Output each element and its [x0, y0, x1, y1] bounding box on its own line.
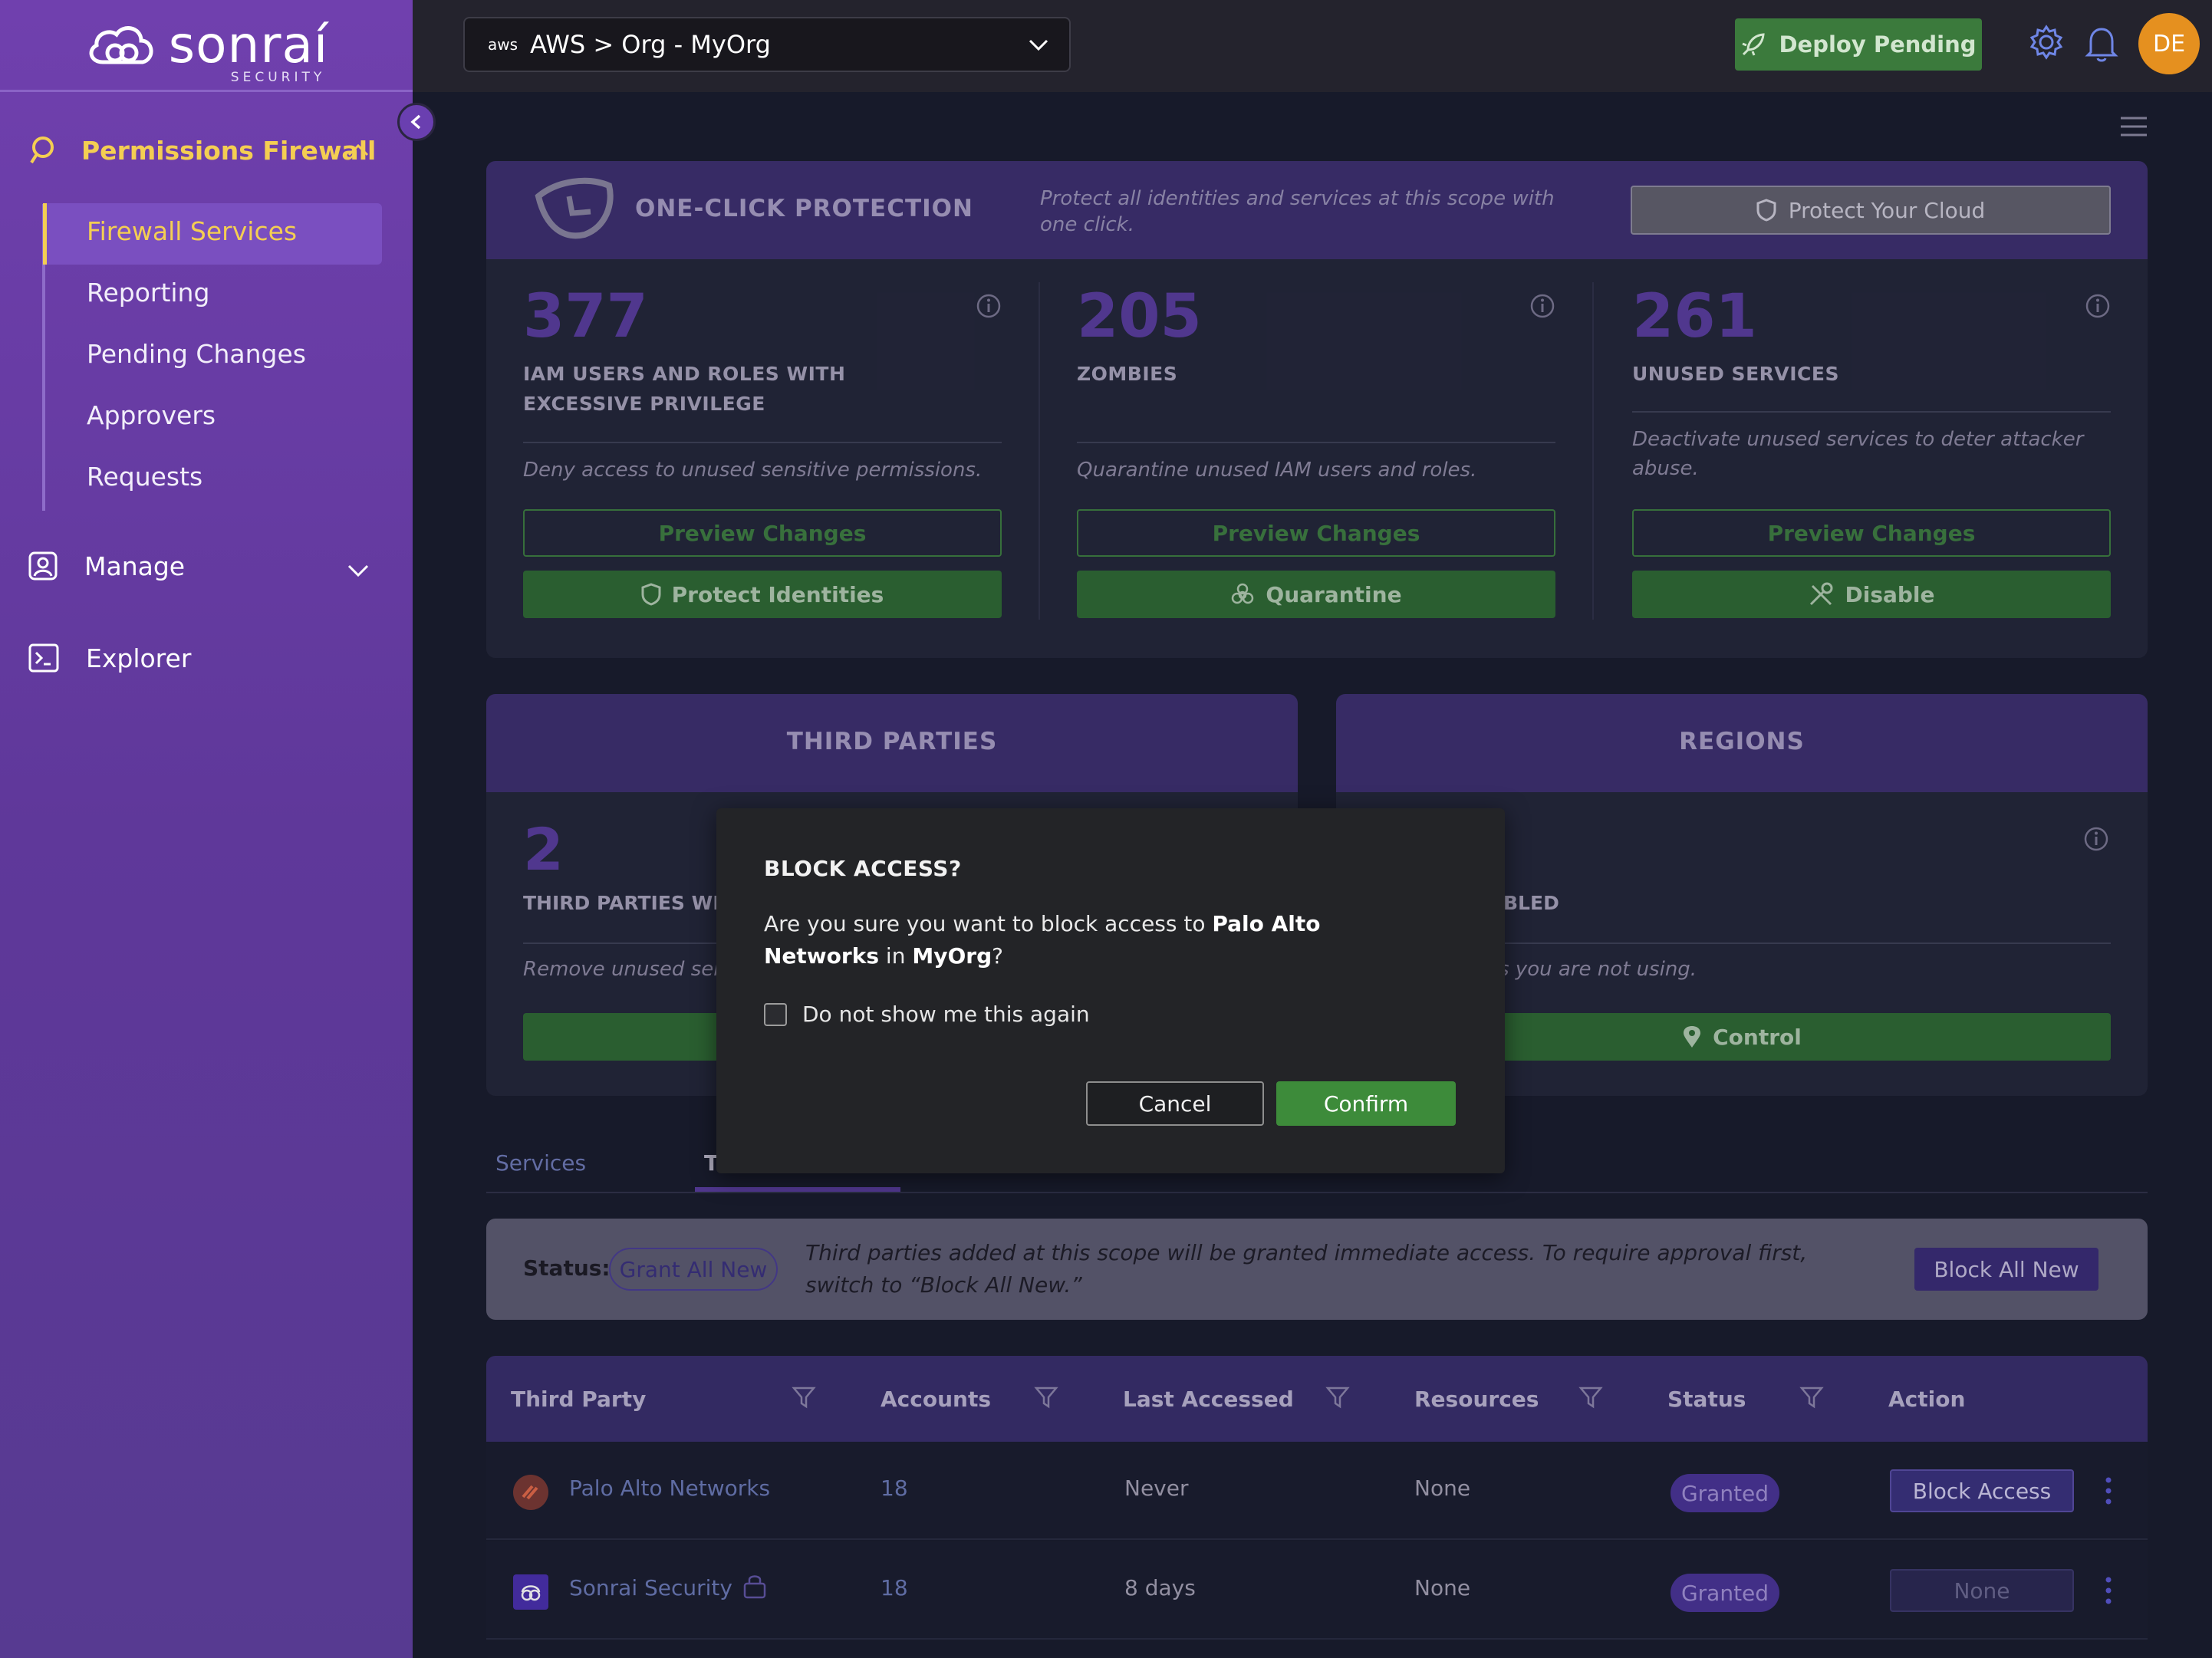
sidebar-item-pending-changes[interactable]: Pending Changes: [87, 339, 306, 369]
bell-icon[interactable]: [2085, 25, 2118, 63]
chevron-down-icon: [1029, 39, 1048, 51]
sidebar-item-approvers[interactable]: Approvers: [87, 400, 216, 430]
nav-explorer[interactable]: Explorer: [28, 643, 191, 673]
cancel-button[interactable]: Cancel: [1086, 1081, 1264, 1126]
cloud-logo-icon: [89, 25, 153, 64]
dialog-text: in: [879, 943, 913, 969]
nav-permissions-firewall-label: Permissions Firewall: [81, 135, 377, 166]
aws-logo-icon: aws: [488, 35, 518, 54]
brand-name: sonraí: [168, 15, 329, 74]
dialog-scope: MyOrg: [912, 943, 992, 969]
block-access-dialog: BLOCK ACCESS? Are you sure you want to b…: [716, 808, 1505, 1173]
sidebar: sonraí SECURITY Permissions Firewall Fir…: [0, 0, 413, 1658]
sidebar-item-requests[interactable]: Requests: [87, 462, 202, 492]
deploy-pending-label: Deploy Pending: [1779, 31, 1977, 58]
terminal-icon: [28, 643, 59, 673]
dont-show-again-checkbox[interactable]: [764, 1002, 787, 1026]
logo[interactable]: sonraí SECURITY: [0, 0, 413, 92]
search-icon: [30, 137, 54, 164]
nav-manage[interactable]: Manage: [28, 551, 185, 581]
sidebar-item-firewall-services[interactable]: Firewall Services: [87, 216, 297, 246]
dialog-title: BLOCK ACCESS?: [764, 856, 962, 881]
chevron-left-icon: [410, 114, 421, 130]
collapse-sidebar-button[interactable]: [397, 103, 436, 141]
nav-manage-label: Manage: [84, 551, 186, 581]
confirm-button[interactable]: Confirm: [1276, 1081, 1456, 1126]
dont-show-again-option[interactable]: Do not show me this again: [764, 1002, 1090, 1027]
nav-explorer-label: Explorer: [86, 643, 192, 673]
scope-value: AWS > Org - MyOrg: [530, 30, 771, 59]
user-badge-icon: [28, 551, 58, 581]
nav-permissions-firewall[interactable]: Permissions Firewall: [28, 135, 376, 166]
dont-show-again-label: Do not show me this again: [802, 1002, 1090, 1027]
brand-sub: SECURITY: [230, 69, 326, 85]
dialog-text: Are you sure you want to block access to: [764, 911, 1213, 936]
avatar[interactable]: DE: [2138, 13, 2200, 74]
dialog-text: ?: [992, 943, 1003, 969]
gear-icon[interactable]: [2029, 25, 2064, 60]
chevron-down-icon[interactable]: [347, 561, 370, 578]
chevron-up-icon[interactable]: [347, 141, 370, 158]
scope-selector[interactable]: aws AWS > Org - MyOrg: [463, 17, 1071, 72]
rocket-icon: [1742, 33, 1766, 56]
sidebar-item-reporting[interactable]: Reporting: [87, 278, 209, 308]
dialog-message: Are you sure you want to block access to…: [764, 908, 1424, 972]
deploy-pending-button[interactable]: Deploy Pending: [1735, 18, 1982, 71]
